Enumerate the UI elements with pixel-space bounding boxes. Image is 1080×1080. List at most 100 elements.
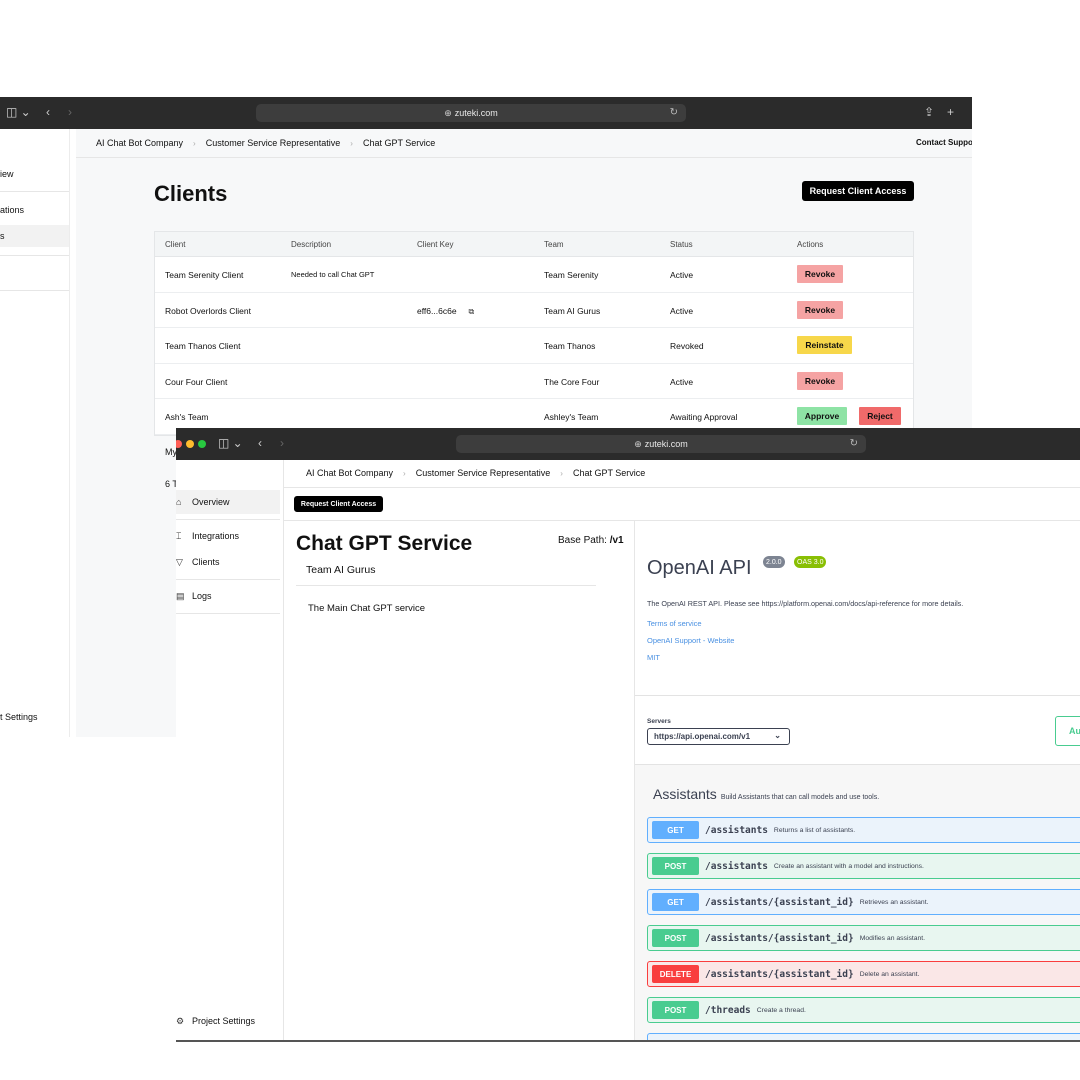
- client-key: eff6...6c6e ⧉: [417, 306, 474, 317]
- table-row: Team Thanos Client Team Thanos Revoked R…: [155, 328, 913, 364]
- method-badge: POST: [652, 1001, 699, 1019]
- service-team: Team AI Gurus: [306, 564, 376, 576]
- client-team: Team Serenity: [544, 270, 599, 280]
- operation-get-assistant[interactable]: GET /assistants/{assistant_id} Retrieves…: [647, 889, 1080, 915]
- chevron-right-icon: ›: [350, 138, 353, 148]
- approve-button[interactable]: Approve: [797, 407, 847, 426]
- minimize-window-icon[interactable]: [186, 440, 194, 448]
- service-window: ◫ ⌄ ‹ › ⊕ zuteki.com ↻ 📌 ⌂ Overview ⌶ In…: [176, 428, 1080, 1042]
- sidebar-item-clients[interactable]: ▽ Clients: [176, 550, 280, 574]
- table-row: Robot Overlords Client eff6...6c6e ⧉ Team…: [155, 293, 913, 329]
- request-client-access-button[interactable]: Request Client Access: [294, 496, 383, 512]
- sidebar-item-label: Project Settings: [192, 1016, 256, 1026]
- forward-icon[interactable]: ›: [68, 105, 72, 119]
- divider: [0, 255, 69, 256]
- terms-of-service-link[interactable]: Terms of service: [647, 619, 702, 628]
- address-bar[interactable]: ⊕ zuteki.com ↻: [256, 104, 686, 122]
- sidebar-item-overview[interactable]: ⌂ Overview: [176, 490, 280, 514]
- sidebar-toggle-icon[interactable]: ◫ ⌄: [218, 436, 243, 450]
- operation-path: /assistants/{assistant_id}: [705, 896, 854, 908]
- breadcrumb-role[interactable]: Customer Service Representative: [416, 468, 551, 478]
- service-title: Chat GPT Service: [296, 532, 473, 555]
- revoke-button[interactable]: Revoke: [797, 265, 843, 283]
- reload-icon[interactable]: ↻: [670, 107, 678, 118]
- address-bar[interactable]: ⊕ zuteki.com ↻: [456, 435, 866, 453]
- copy-icon[interactable]: ⧉: [469, 307, 475, 316]
- client-status: Revoked: [670, 341, 704, 352]
- breadcrumb-role[interactable]: Customer Service Representative: [206, 138, 341, 148]
- contact-support-link[interactable]: Contact Suppor: [916, 138, 972, 147]
- reload-icon[interactable]: ↻: [850, 438, 858, 449]
- sidebar-item-settings[interactable]: t Settings: [0, 712, 38, 722]
- sidebar-item-integrations[interactable]: ⌶ Integrations: [176, 524, 280, 548]
- sidebar-toggle-icon[interactable]: ◫ ⌄: [6, 105, 31, 119]
- method-badge: POST: [652, 857, 699, 875]
- servers-select[interactable]: https://api.openai.com/v1 ⌄: [647, 728, 790, 745]
- method-badge: GET: [652, 893, 699, 911]
- back-icon[interactable]: ‹: [258, 436, 262, 450]
- operation-post-assistant[interactable]: POST /assistants/{assistant_id} Modifies…: [647, 925, 1080, 951]
- revoke-button[interactable]: Revoke: [797, 300, 843, 319]
- operation-summary: Retrieves an assistant.: [859, 898, 929, 906]
- divider: [0, 290, 69, 291]
- client-name: Ash's Team: [165, 412, 209, 423]
- column-header-description: Description: [291, 240, 332, 249]
- method-badge: POST: [652, 929, 699, 947]
- sidebar-item-overview[interactable]: iew: [0, 169, 14, 179]
- tag-name: Assistants: [653, 786, 717, 802]
- table-row: Team Serenity Client Needed to call Chat…: [155, 257, 913, 293]
- oas-badge: OAS 3.0: [794, 556, 827, 568]
- breadcrumb-service[interactable]: Chat GPT Service: [573, 468, 645, 478]
- tag-assistants[interactable]: Assistants Build Assistants that can call…: [653, 786, 879, 802]
- reject-button[interactable]: Reject: [859, 407, 901, 426]
- breadcrumb-company[interactable]: AI Chat Bot Company: [306, 468, 393, 478]
- version-badge: 2.0.0: [763, 556, 785, 568]
- sidebar-item-label: Integrations: [192, 531, 240, 541]
- operation-post-threads[interactable]: POST /threads Create a thread.: [647, 997, 1080, 1023]
- base-path-value: /v1: [609, 535, 624, 546]
- breadcrumb: AI Chat Bot Company › Customer Service R…: [96, 138, 435, 148]
- back-icon[interactable]: ‹: [46, 105, 50, 119]
- divider: [176, 519, 280, 520]
- operation-get-assistants[interactable]: GET /assistants Returns a list of assist…: [647, 817, 1080, 843]
- sidebar: 📌 ⌂ Overview ⌶ Integrations ▽ Clients ▤ …: [176, 460, 284, 1040]
- request-client-access-button[interactable]: Request Client Access: [802, 181, 914, 201]
- operation-delete-assistant[interactable]: DELETE /assistants/{assistant_id} Delete…: [647, 961, 1080, 987]
- new-tab-icon[interactable]: +: [947, 105, 954, 119]
- client-status: Active: [670, 270, 694, 280]
- client-key-value: eff6...6c6e: [417, 305, 457, 316]
- api-info: OpenAI API 2.0.0 OAS 3.0 The OpenAI REST…: [635, 521, 1080, 695]
- support-website-link[interactable]: OpenAI Support - Website: [647, 636, 734, 645]
- operation-partial[interactable]: [647, 1033, 1080, 1040]
- breadcrumb-company[interactable]: AI Chat Bot Company: [96, 138, 183, 148]
- revoke-button[interactable]: Revoke: [797, 371, 843, 390]
- table-row: Cour Four Client The Core Four Active Re…: [155, 364, 913, 400]
- swagger-panel: OpenAI API 2.0.0 OAS 3.0 The OpenAI REST…: [635, 521, 1080, 1040]
- zoom-window-icon[interactable]: [198, 440, 206, 448]
- browser-toolbar: ◫ ⌄ ‹ › ⊕ zuteki.com ↻ ⇪ +: [0, 97, 972, 129]
- operation-path: /assistants: [705, 860, 768, 872]
- servers-label: Servers: [647, 718, 671, 725]
- sidebar-item-integrations[interactable]: ations: [0, 205, 24, 215]
- share-icon[interactable]: ⇪: [924, 105, 934, 119]
- forward-icon[interactable]: ›: [280, 436, 284, 450]
- breadcrumb-service[interactable]: Chat GPT Service: [363, 138, 435, 148]
- operation-post-assistants[interactable]: POST /assistants Create an assistant wit…: [647, 853, 1080, 879]
- authorize-button[interactable]: Au: [1055, 716, 1080, 746]
- chevron-right-icon: ›: [560, 468, 563, 478]
- client-team: The Core Four: [544, 376, 600, 387]
- sidebar-item-logs[interactable]: ▤ Logs: [176, 584, 280, 608]
- reinstate-button[interactable]: Reinstate: [797, 336, 852, 355]
- operation-path: /threads: [705, 1004, 751, 1016]
- browser-toolbar: ◫ ⌄ ‹ › ⊕ zuteki.com ↻: [176, 428, 1080, 460]
- license-link[interactable]: MIT: [647, 653, 660, 662]
- operation-summary: Returns a list of assistants.: [773, 826, 856, 834]
- method-badge: GET: [652, 821, 699, 839]
- operation-summary: Delete an assistant.: [859, 970, 920, 978]
- operation-summary: Create a thread.: [756, 1006, 806, 1014]
- close-window-icon[interactable]: [176, 440, 182, 448]
- sidebar-item-settings[interactable]: ⚙ Project Settings: [176, 1009, 280, 1033]
- breadcrumb: AI Chat Bot Company › Customer Service R…: [306, 468, 645, 478]
- sidebar-item-clients[interactable]: s: [0, 225, 69, 247]
- tag-description: Build Assistants that can call models an…: [720, 794, 880, 801]
